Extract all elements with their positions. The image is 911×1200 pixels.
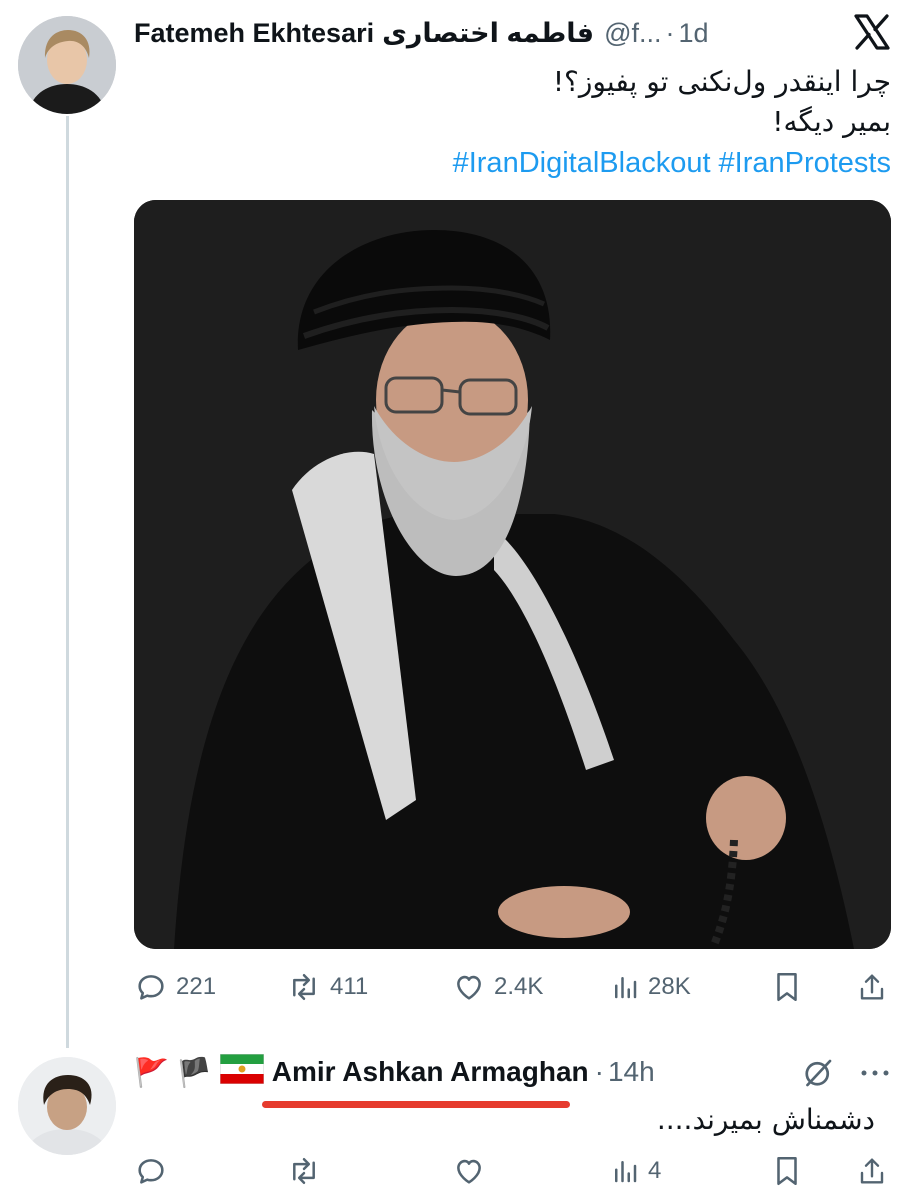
reply-author-avatar[interactable] [18,1057,116,1155]
share-icon [856,970,888,1004]
like-icon [452,970,486,1004]
x-logo-icon [852,12,892,52]
author-avatar[interactable] [18,16,116,114]
like-count: 2.4K [494,973,544,1000]
tweet-text-line: چرا اینقدر ول‌نکنی تو پفیوز؟! [552,65,891,98]
reply-icon [134,1154,168,1188]
tweet-time[interactable]: 1d [679,18,709,49]
share-button[interactable] [856,1154,888,1188]
separator-dot: · [594,1056,604,1087]
share-button[interactable] [856,970,888,1004]
bookmark-icon [772,970,802,1004]
reply-text: دشمناش بمیرند.... [656,1103,875,1136]
reply-icon [134,970,168,1004]
reply-button[interactable] [134,1154,176,1188]
repost-count: 411 [330,973,369,1000]
reply-count: 221 [176,973,217,1000]
highlight-underline [262,1101,570,1108]
bookmark-button[interactable] [772,1154,802,1188]
more-icon[interactable] [858,1058,892,1088]
like-button[interactable] [452,1154,494,1188]
tweet-action-bar: 221 411 2.4K 28K [134,967,891,1007]
views-icon [610,1156,640,1186]
reply-author-name[interactable]: Amir Ashkan Armaghan [272,1056,589,1088]
author-name-fa[interactable]: فاطمه اختصاری [382,18,594,49]
bookmark-icon [772,1154,802,1188]
views-count: 28K [648,973,691,1000]
separator-dot: · [665,17,675,48]
views-button[interactable]: 28K [610,972,691,1002]
hashtag-link[interactable]: #IranProtests [719,147,891,179]
author-name[interactable]: Fatemeh Ekhtesari [134,18,374,49]
black-flag-icon: 🏴 [176,1056,212,1088]
reply-action-bar: 4 [134,1151,891,1191]
views-icon [610,972,640,1002]
tweet-text-line: بمیر دیگه! [772,105,891,138]
hashtags: #IranDigitalBlackout #IranProtests [445,142,891,184]
tweet-media-photo[interactable] [134,200,891,949]
thread-connector [66,116,69,1048]
grok-icon[interactable] [800,1055,836,1091]
like-icon [452,1154,486,1188]
bookmark-button[interactable] [772,970,802,1004]
author-handle[interactable]: @f... [604,18,661,49]
flag-iran-lion-sun-icon [219,1053,265,1091]
share-icon [856,1154,888,1188]
views-button[interactable]: 4 [610,1156,661,1186]
views-count: 4 [648,1157,662,1184]
reply-time[interactable]: 14h [608,1056,655,1088]
repost-icon [286,970,322,1004]
reply-header: 🚩 🏴 Amir Ashkan Armaghan · 14h [134,1052,655,1092]
tweet-header: Fatemeh Ekhtesari فاطمه اختصاری @f... · … [134,14,709,52]
repost-icon [286,1154,322,1188]
reply-button[interactable]: 221 [134,970,216,1004]
red-flag-icon: 🚩 [134,1056,169,1088]
like-button[interactable]: 2.4K [452,970,543,1004]
hashtag-link[interactable]: #IranDigitalBlackout [453,147,711,179]
repost-button[interactable] [286,1154,330,1188]
repost-button[interactable]: 411 [286,970,368,1004]
